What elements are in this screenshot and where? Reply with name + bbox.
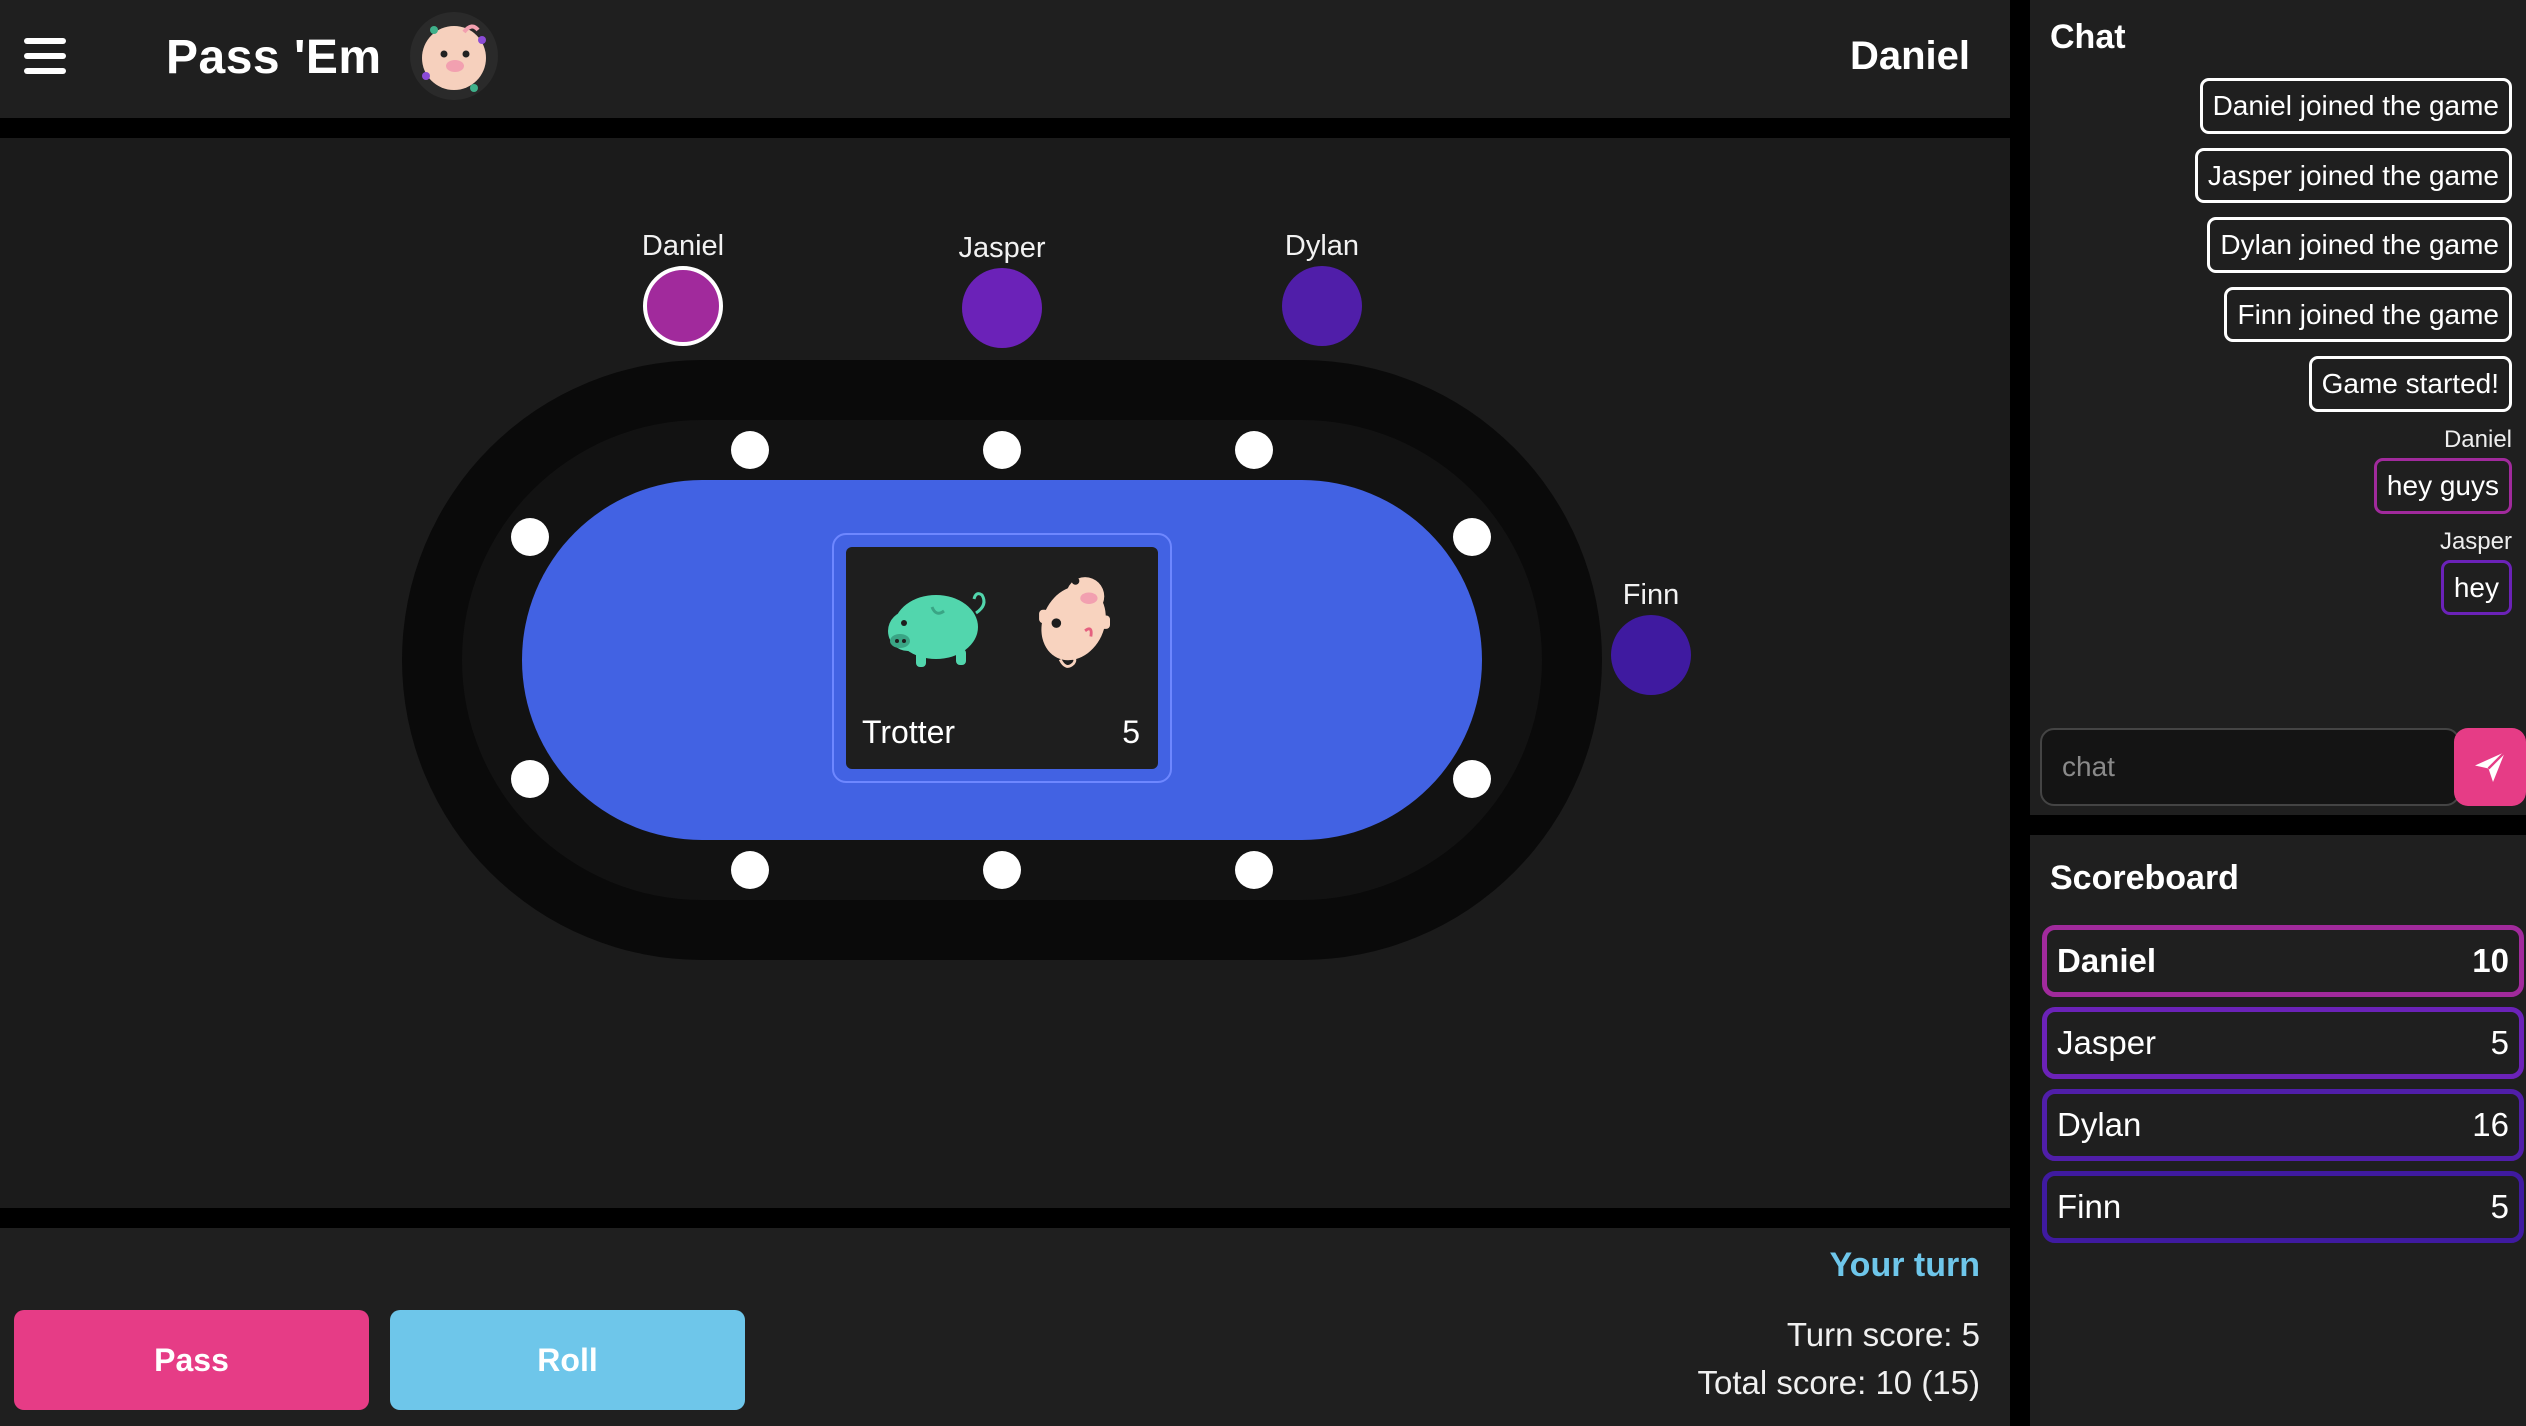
seat-dot bbox=[983, 851, 1021, 889]
chat-input[interactable] bbox=[2042, 730, 2458, 804]
seat-dot bbox=[1235, 431, 1273, 469]
player-seat-name: Daniel bbox=[641, 230, 725, 262]
scoreboard-row: Jasper 5 bbox=[2042, 1007, 2524, 1079]
player-seat-daniel: Daniel bbox=[583, 226, 783, 346]
player-seat-name: Jasper bbox=[958, 232, 1046, 264]
roll-button[interactable]: Roll bbox=[390, 1310, 745, 1410]
seat-dot bbox=[511, 518, 549, 556]
chat-panel: Chat Daniel joined the game Jasper joined… bbox=[2030, 0, 2526, 815]
seat-dot bbox=[1235, 851, 1273, 889]
seat-dot bbox=[1453, 518, 1491, 556]
app-title: Pass 'Em bbox=[166, 31, 382, 84]
scoreboard-player-name: Jasper bbox=[2057, 1024, 2157, 1061]
roll-score: 5 bbox=[1122, 714, 1140, 750]
scoreboard-row: Daniel 10 bbox=[2042, 925, 2524, 997]
chat-message: Game started! bbox=[2042, 356, 2512, 412]
player-seat-name: Dylan bbox=[1284, 230, 1360, 262]
seat-dot bbox=[983, 431, 1021, 469]
chat-message-text: Dylan joined the game bbox=[2207, 217, 2512, 273]
player-avatar bbox=[643, 266, 723, 346]
chat-message: Daniel joined the game bbox=[2042, 78, 2512, 134]
scoreboard-player-score: 10 bbox=[2472, 942, 2509, 979]
chat-message-text: hey guys bbox=[2373, 457, 2512, 514]
game-board: Daniel Jasper Dylan Finn Trotter 5 bbox=[0, 138, 2010, 1208]
send-button[interactable] bbox=[2454, 728, 2526, 806]
player-seat-name: Finn bbox=[1622, 579, 1680, 611]
seat-dot bbox=[731, 431, 769, 469]
chat-message-text: hey bbox=[2440, 559, 2512, 616]
scoreboard-player-name: Daniel bbox=[2057, 942, 2157, 979]
action-bar: Your turn Pass Roll Turn score: 5 Total … bbox=[0, 1228, 2010, 1426]
scoreboard-title: Scoreboard bbox=[2050, 859, 2239, 897]
scoreboard-player-name: Finn bbox=[2057, 1188, 2122, 1225]
scoreboard-row: Dylan 16 bbox=[2042, 1089, 2524, 1161]
scoreboard-player-score: 5 bbox=[2490, 1024, 2509, 1061]
chat-message-text: Jasper joined the game bbox=[2194, 147, 2512, 204]
player-avatar bbox=[1282, 266, 1362, 346]
chat-message-text: Game started! bbox=[2308, 356, 2512, 412]
player-seat-jasper: Jasper bbox=[902, 228, 1102, 348]
hamburger-menu-icon[interactable] bbox=[24, 38, 66, 74]
paper-plane-send-icon bbox=[2475, 751, 2506, 782]
scoreboard-player-name: Dylan bbox=[2057, 1106, 2142, 1143]
player-seat-finn: Finn bbox=[1551, 575, 1751, 695]
chat-message: Jasper hey bbox=[2042, 528, 2512, 616]
scoreboard-panel: Scoreboard Daniel 10 Jasper 5 Dylan 16 Finn 5 bbox=[2030, 835, 2526, 1426]
roll-name: Trotter bbox=[862, 714, 956, 750]
seat-dot bbox=[731, 851, 769, 889]
scoreboard-row: Finn 5 bbox=[2042, 1171, 2524, 1243]
player-seat-dylan: Dylan bbox=[1222, 226, 1422, 346]
player-avatar bbox=[1611, 615, 1691, 695]
scoreboard-list: Daniel 10 Jasper 5 Dylan 16 Finn 5 bbox=[2042, 925, 2524, 1253]
chat-log: Daniel joined the game Jasper joined the … bbox=[2042, 78, 2512, 629]
seat-dot bbox=[511, 760, 549, 798]
roll-result-card: Trotter 5 bbox=[832, 533, 1172, 783]
chat-input-box[interactable] bbox=[2040, 728, 2460, 806]
chat-message: Dylan joined the game bbox=[2042, 217, 2512, 273]
chat-message: Daniel hey guys bbox=[2042, 426, 2512, 514]
current-user-name: Daniel bbox=[1849, 34, 1970, 78]
chat-message-text: Daniel joined the game bbox=[2199, 78, 2512, 134]
chat-message: Finn joined the game bbox=[2042, 286, 2512, 343]
turn-indicator: Your turn bbox=[1829, 1246, 1980, 1284]
scoreboard-player-score: 16 bbox=[2472, 1106, 2509, 1143]
player-avatar bbox=[962, 268, 1042, 348]
chat-message-sender: Daniel bbox=[2443, 425, 2512, 453]
chat-message: Jasper joined the game bbox=[2042, 147, 2512, 204]
pink-pig-icon bbox=[1039, 577, 1110, 668]
chat-message-sender: Jasper bbox=[2439, 527, 2512, 555]
pass-button[interactable]: Pass bbox=[14, 1310, 369, 1410]
seat-dot bbox=[1453, 760, 1491, 798]
chat-title: Chat bbox=[2050, 18, 2126, 56]
scoreboard-player-score: 5 bbox=[2490, 1188, 2509, 1225]
turn-score: Turn score: 5 bbox=[1786, 1316, 1980, 1353]
total-score: Total score: 10 (15) bbox=[1697, 1364, 1980, 1401]
green-pig-icon bbox=[888, 592, 986, 667]
top-bar: Pass 'Em Daniel bbox=[0, 0, 2010, 118]
pig-logo-icon bbox=[410, 12, 498, 100]
chat-message-text: Finn joined the game bbox=[2224, 286, 2512, 343]
